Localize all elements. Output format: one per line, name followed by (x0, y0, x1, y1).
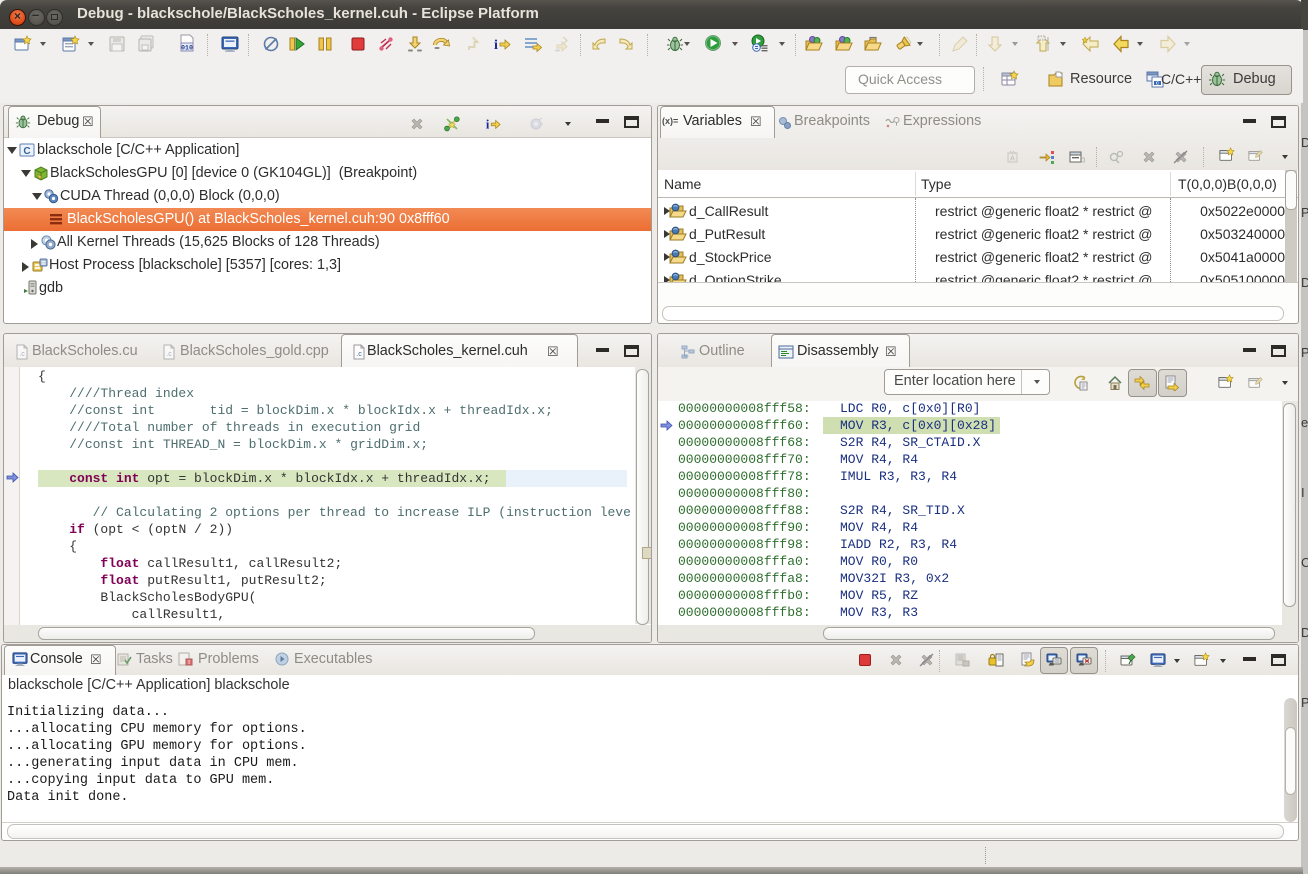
svg-text:.c: .c (19, 351, 25, 358)
svg-text:C: C (23, 146, 30, 157)
svg-text:i: i (486, 117, 490, 131)
svg-text:010: 010 (181, 45, 193, 52)
svg-text:A: A (1010, 156, 1015, 163)
svg-text:.c: .c (166, 351, 172, 358)
svg-text:!: ! (188, 660, 190, 666)
svg-text:.c: .c (356, 351, 362, 358)
svg-text:i: i (494, 38, 498, 53)
